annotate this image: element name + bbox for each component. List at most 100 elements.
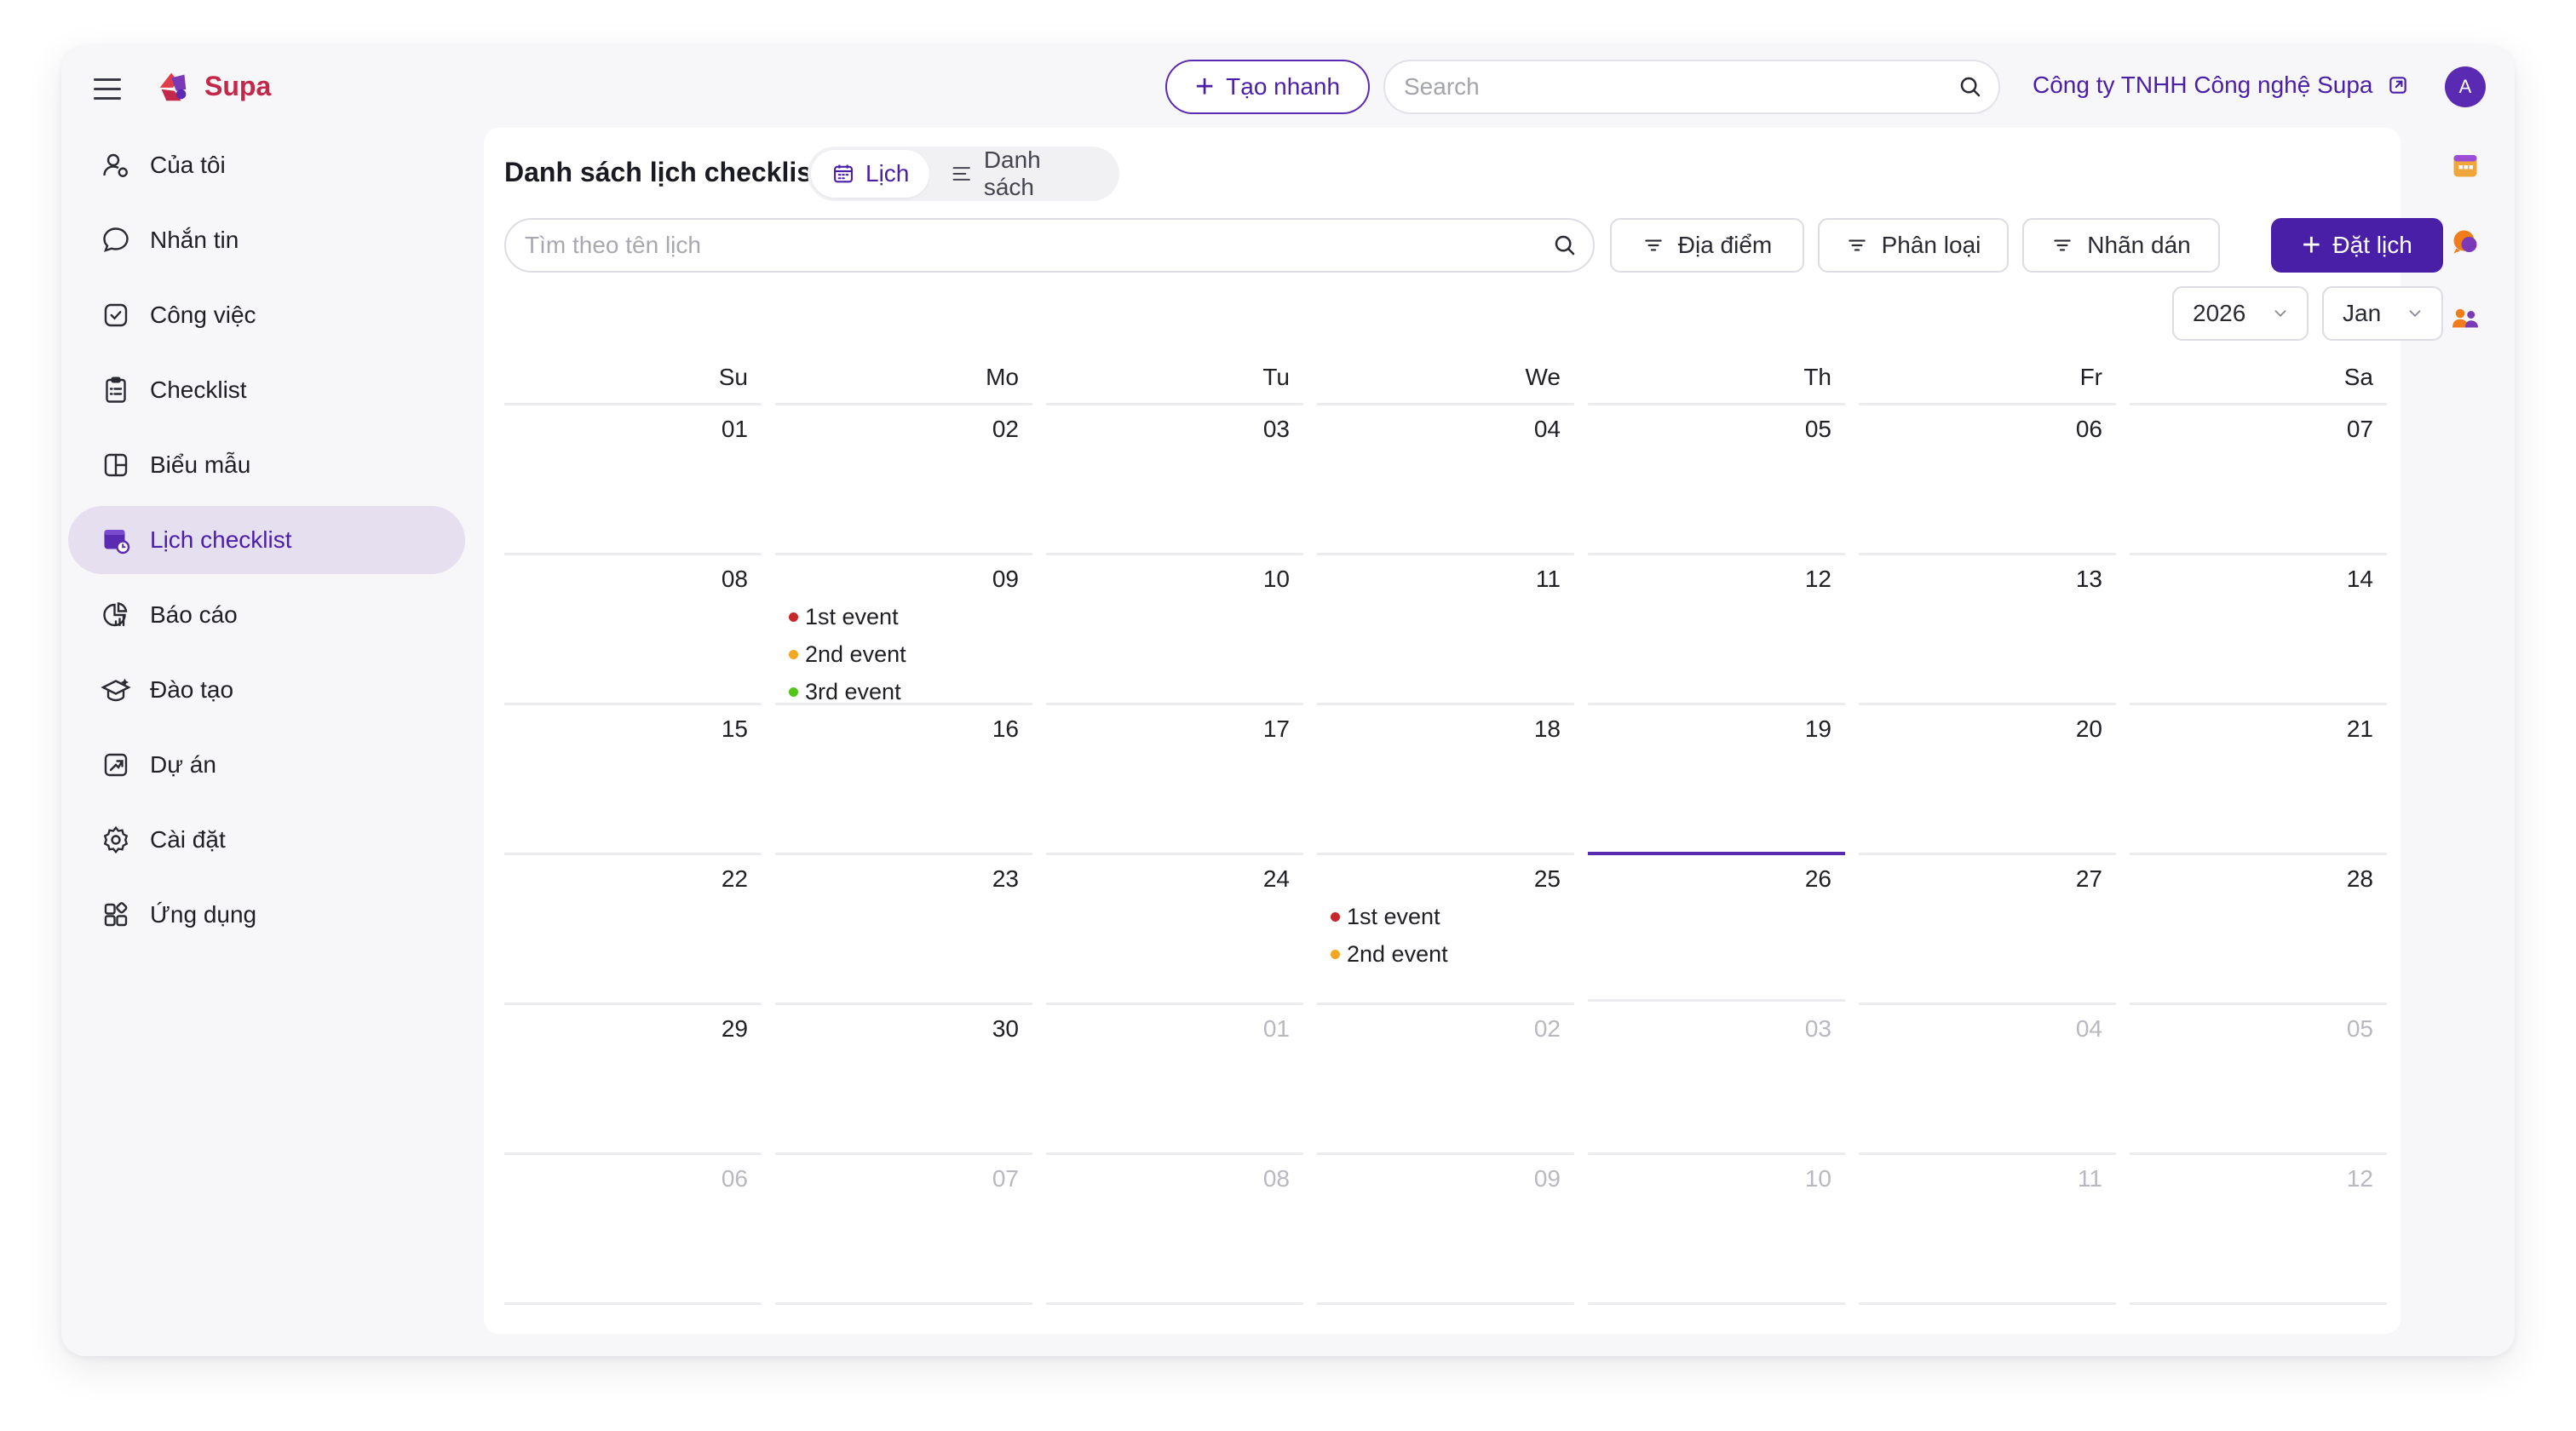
calendar-event[interactable]: 1st event bbox=[1331, 898, 1561, 935]
sidebar-item-dao-tao[interactable]: Đào tạo bbox=[68, 656, 465, 724]
sidebar-item-nhan-tin[interactable]: Nhắn tin bbox=[68, 206, 465, 274]
calendar-day[interactable]: 11 bbox=[1859, 1155, 2116, 1305]
people-app-icon[interactable] bbox=[2450, 303, 2481, 334]
day-number: 27 bbox=[2075, 865, 2102, 892]
calendar-event[interactable]: 1st event bbox=[789, 598, 1019, 635]
hamburger-menu-icon[interactable] bbox=[94, 70, 131, 107]
calendar-day[interactable]: 07 bbox=[2130, 405, 2387, 555]
day-number: 12 bbox=[1804, 566, 1831, 592]
calendar-day[interactable]: 24 bbox=[1046, 855, 1303, 1005]
calendar-day[interactable]: 04 bbox=[1859, 1005, 2116, 1155]
chat-bubble-icon bbox=[103, 227, 129, 252]
calendar-day[interactable]: 09 1st event 2nd event 3rd event bbox=[775, 555, 1032, 705]
calendar-day[interactable]: 14 bbox=[2130, 555, 2387, 705]
calendar-day[interactable]: 05 bbox=[1588, 405, 1845, 555]
calendar-day[interactable]: 09 bbox=[1317, 1155, 1574, 1305]
calendar-day[interactable]: 01 bbox=[504, 405, 762, 555]
calendar-day[interactable]: 13 bbox=[1859, 555, 2116, 705]
calendar-day[interactable]: 11 bbox=[1317, 555, 1574, 705]
sidebar-item-checklist[interactable]: Checklist bbox=[68, 356, 465, 424]
schedule-search-input[interactable] bbox=[525, 232, 1552, 259]
calendar-day[interactable]: 03 bbox=[1588, 1005, 1845, 1155]
filter-category-button[interactable]: Phân loại bbox=[1818, 218, 2009, 273]
view-calendar-button[interactable]: Lịch bbox=[811, 150, 930, 198]
day-number: 03 bbox=[1262, 416, 1290, 442]
month-select[interactable]: Jan bbox=[2322, 286, 2443, 341]
calendar-day[interactable]: 18 bbox=[1317, 705, 1574, 855]
calendar-day[interactable]: 08 bbox=[1046, 1155, 1303, 1305]
sidebar-item-cua-toi[interactable]: Của tôi bbox=[68, 131, 465, 199]
calendar-day[interactable]: 10 bbox=[1046, 555, 1303, 705]
calendar-day[interactable]: 12 bbox=[2130, 1155, 2387, 1305]
chat-app-icon[interactable] bbox=[2450, 227, 2481, 257]
weekday-label: Tu bbox=[1046, 358, 1303, 405]
book-schedule-button[interactable]: + Đặt lịch bbox=[2271, 218, 2443, 273]
view-toggle: Lịch Danh sách bbox=[808, 147, 1119, 201]
search-icon[interactable] bbox=[1552, 233, 1578, 258]
calendar-day-today[interactable]: 26 bbox=[1588, 852, 1845, 1002]
avatar[interactable]: A bbox=[2445, 66, 2486, 107]
company-link[interactable]: Công ty TNHH Công nghệ Supa bbox=[2033, 72, 2409, 99]
global-search-input[interactable] bbox=[1404, 73, 1958, 101]
sidebar-item-cong-viec[interactable]: Công việc bbox=[68, 281, 465, 349]
day-number: 08 bbox=[1262, 1165, 1290, 1192]
calendar-event[interactable]: 2nd event bbox=[789, 635, 1019, 673]
calendar-day[interactable]: 22 bbox=[504, 855, 762, 1005]
year-value: 2026 bbox=[2193, 300, 2246, 326]
sidebar-item-ung-dung[interactable]: Ứng dụng bbox=[68, 881, 465, 949]
calendar-day[interactable]: 01 bbox=[1046, 1005, 1303, 1155]
calendar-day[interactable]: 29 bbox=[504, 1005, 762, 1155]
calendar-day[interactable]: 12 bbox=[1588, 555, 1845, 705]
calendar-day[interactable]: 02 bbox=[1317, 1005, 1574, 1155]
event-label: 1st event bbox=[805, 604, 899, 629]
calendar-day[interactable]: 06 bbox=[1859, 405, 2116, 555]
sidebar-item-lich-checklist[interactable]: Lịch checklist bbox=[68, 506, 465, 574]
day-number: 01 bbox=[1262, 1015, 1290, 1042]
calendar-event[interactable]: 2nd event bbox=[1331, 935, 1561, 973]
calendar-day[interactable]: 20 bbox=[1859, 705, 2116, 855]
calendar-day[interactable]: 02 bbox=[775, 405, 1032, 555]
calendar-day[interactable]: 08 bbox=[504, 555, 762, 705]
calendar-day[interactable]: 15 bbox=[504, 705, 762, 855]
calendar-app-icon[interactable] bbox=[2450, 150, 2481, 181]
sidebar-item-bieu-mau[interactable]: Biểu mẫu bbox=[68, 431, 465, 499]
day-number: 07 bbox=[992, 1165, 1019, 1192]
calendar-day[interactable]: 06 bbox=[504, 1155, 762, 1305]
sidebar-item-label: Cài đặt bbox=[150, 826, 226, 853]
calendar-day[interactable]: 04 bbox=[1317, 405, 1574, 555]
calendar-day[interactable]: 23 bbox=[775, 855, 1032, 1005]
calendar-day[interactable]: 03 bbox=[1046, 405, 1303, 555]
calendar-day[interactable]: 28 bbox=[2130, 855, 2387, 1005]
gear-icon bbox=[103, 825, 129, 854]
sidebar-item-label: Lịch checklist bbox=[150, 526, 292, 553]
apps-grid-icon bbox=[104, 902, 128, 927]
book-schedule-label: Đặt lịch bbox=[2332, 232, 2412, 258]
search-icon[interactable] bbox=[1958, 74, 1983, 100]
app-logo[interactable]: Supa bbox=[153, 66, 271, 106]
day-number: 21 bbox=[2346, 716, 2373, 742]
calendar-day[interactable]: 27 bbox=[1859, 855, 2116, 1005]
filter-tag-button[interactable]: Nhãn dán bbox=[2022, 218, 2220, 273]
view-list-label: Danh sách bbox=[983, 147, 1041, 200]
form-layout-icon bbox=[104, 453, 128, 477]
calendar-day[interactable]: 19 bbox=[1588, 705, 1845, 855]
event-list: 1st event 2nd event 3rd event bbox=[789, 598, 1019, 710]
calendar-day[interactable]: 17 bbox=[1046, 705, 1303, 855]
calendar-day[interactable]: 07 bbox=[775, 1155, 1032, 1305]
calendar-day[interactable]: 25 1st event 2nd event bbox=[1317, 855, 1574, 1005]
sidebar-item-cai-dat[interactable]: Cài đặt bbox=[68, 806, 465, 874]
calendar-day[interactable]: 30 bbox=[775, 1005, 1032, 1155]
page-title: Danh sách lịch checklist bbox=[504, 157, 821, 187]
sidebar-item-du-an[interactable]: Dự án bbox=[68, 731, 465, 799]
view-list-button[interactable]: Danh sách bbox=[929, 147, 1116, 200]
calendar-day[interactable]: 10 bbox=[1588, 1155, 1845, 1305]
sidebar-item-bao-cao[interactable]: Báo cáo bbox=[68, 581, 465, 649]
day-number: 06 bbox=[721, 1165, 748, 1192]
quick-create-button[interactable]: + Tạo nhanh bbox=[1165, 60, 1370, 114]
calendar-day[interactable]: 16 bbox=[775, 705, 1032, 855]
day-number: 09 bbox=[1533, 1165, 1561, 1192]
year-select[interactable]: 2026 bbox=[2172, 286, 2309, 341]
calendar-day[interactable]: 21 bbox=[2130, 705, 2387, 855]
filter-location-button[interactable]: Địa điểm bbox=[1610, 218, 1804, 273]
calendar-day[interactable]: 05 bbox=[2130, 1005, 2387, 1155]
